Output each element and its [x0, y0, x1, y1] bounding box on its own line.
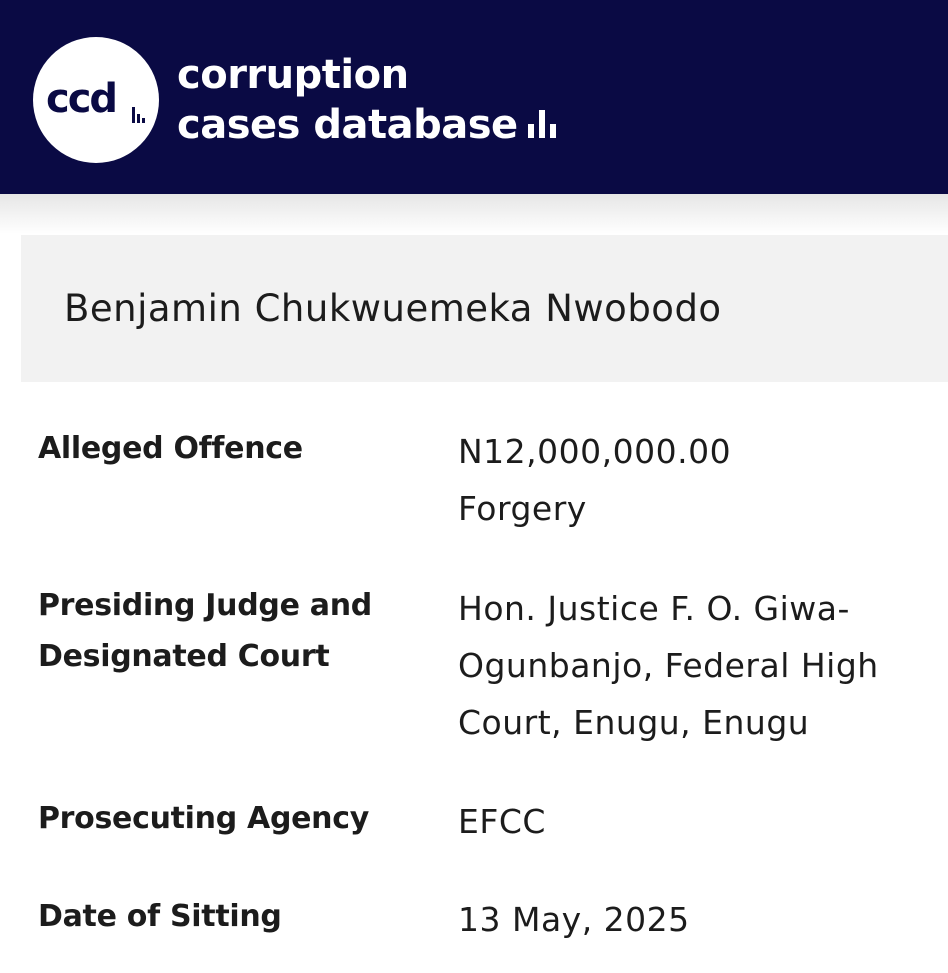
- prosecuting-agency-value: EFCC: [458, 793, 928, 850]
- site-title-line2-text: cases database: [177, 102, 518, 148]
- judge-court-value: Hon. Justice F. O. Giwa- Ogunbanjo, Fede…: [458, 580, 928, 751]
- date-of-sitting-value-text: 13 May, 2025: [458, 900, 690, 939]
- prosecuting-agency-value-text: EFCC: [458, 802, 546, 841]
- header-shadow: [0, 194, 948, 234]
- alleged-offence-value: N12,000,000.00 Forgery: [458, 423, 928, 537]
- site-title[interactable]: corruption cases database: [177, 50, 558, 150]
- judge-court-value-line3: Court, Enugu, Enugu: [458, 703, 810, 742]
- site-header: ccd corruption cases database: [0, 0, 948, 194]
- logo-text: ccd: [46, 76, 118, 122]
- site-title-line2: cases database: [177, 100, 558, 150]
- ccd-logo[interactable]: ccd: [33, 37, 159, 163]
- defendant-panel: Benjamin Chukwuemeka Nwobodo: [21, 235, 948, 382]
- bar-chart-icon: [132, 107, 145, 123]
- judge-court-value-line1: Hon. Justice F. O. Giwa-: [458, 589, 850, 628]
- date-of-sitting-label: Date of Sitting: [38, 891, 418, 942]
- bar-chart-icon: [527, 110, 556, 138]
- defendant-name: Benjamin Chukwuemeka Nwobodo: [64, 287, 722, 330]
- judge-court-label: Presiding Judge and Designated Court: [38, 580, 418, 682]
- alleged-offence-label: Alleged Offence: [38, 423, 418, 474]
- judge-court-value-line2: Ogunbanjo, Federal High: [458, 646, 879, 685]
- date-of-sitting-value: 13 May, 2025: [458, 891, 928, 948]
- site-title-line1: corruption: [177, 52, 409, 98]
- offence-amount: N12,000,000.00: [458, 432, 732, 471]
- date-of-sitting-label-text: Date of Sitting: [38, 899, 282, 934]
- judge-court-label-line2: Designated Court: [38, 639, 330, 674]
- alleged-offence-label-text: Alleged Offence: [38, 431, 303, 466]
- judge-court-label-line1: Presiding Judge and: [38, 588, 372, 623]
- offence-type: Forgery: [458, 489, 587, 528]
- prosecuting-agency-label-text: Prosecuting Agency: [38, 801, 369, 836]
- prosecuting-agency-label: Prosecuting Agency: [38, 793, 418, 844]
